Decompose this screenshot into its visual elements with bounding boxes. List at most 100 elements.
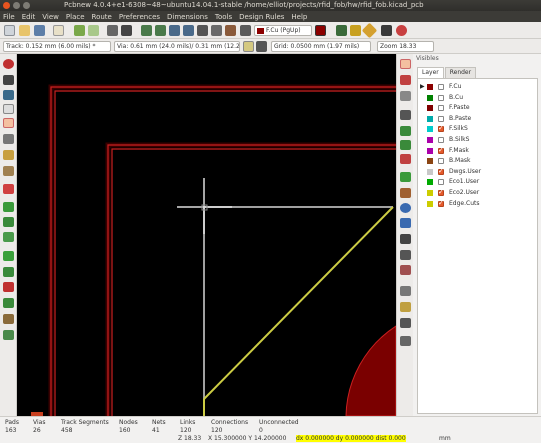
- menu-view[interactable]: View: [42, 13, 59, 21]
- layer-color-swatch[interactable]: [427, 200, 433, 207]
- layer-row[interactable]: B.Cu: [418, 93, 537, 103]
- drc-icon[interactable]: [225, 25, 236, 36]
- menu-edit[interactable]: Edit: [22, 13, 36, 21]
- zoom-in-icon[interactable]: [141, 25, 152, 36]
- layer-visibility-checkbox[interactable]: [438, 158, 444, 165]
- add-zone-icon[interactable]: [400, 154, 411, 164]
- zoom-redraw-icon[interactable]: [169, 25, 180, 36]
- layer-color-swatch[interactable]: [427, 137, 433, 143]
- layer-color-swatch[interactable]: [427, 84, 433, 90]
- drc-off-icon[interactable]: [3, 59, 14, 69]
- grid-size-select[interactable]: Grid: 0.0500 mm (1.97 mils): [271, 41, 371, 52]
- tracks-sketch-icon[interactable]: [3, 282, 14, 292]
- highlight-net-icon[interactable]: [400, 75, 411, 85]
- diamond-icon[interactable]: [361, 22, 378, 39]
- maximize-window-button[interactable]: [23, 2, 30, 9]
- layer-visibility-checkbox[interactable]: [438, 187, 444, 197]
- pcb-canvas[interactable]: [17, 54, 396, 416]
- layer-color-swatch[interactable]: [427, 105, 433, 112]
- menu-route[interactable]: Route: [92, 13, 112, 21]
- add-module-icon[interactable]: [400, 110, 411, 120]
- vias-sketch-icon[interactable]: [3, 267, 14, 277]
- menu-help[interactable]: Help: [291, 13, 307, 21]
- layer-row[interactable]: Eco1.User: [418, 177, 537, 187]
- layer-selector[interactable]: F.Cu (PgUp): [254, 25, 312, 36]
- plot-icon[interactable]: [121, 25, 132, 36]
- drill-origin-icon[interactable]: [400, 302, 411, 312]
- print-icon[interactable]: [107, 25, 118, 36]
- add-dimension-icon[interactable]: [400, 250, 411, 260]
- menu-tools[interactable]: Tools: [215, 13, 232, 21]
- measure-icon[interactable]: [400, 336, 411, 346]
- layer-visibility-checkbox[interactable]: [438, 179, 444, 186]
- layer-row[interactable]: F.Mask: [418, 145, 537, 156]
- auto-track-width-icon[interactable]: [243, 41, 254, 52]
- layer-color-swatch[interactable]: [427, 190, 433, 196]
- layer-row[interactable]: F.SilkS: [418, 123, 537, 134]
- freeroute-icon[interactable]: [396, 25, 407, 36]
- menu-dimensions[interactable]: Dimensions: [167, 13, 208, 21]
- menu-preferences[interactable]: Preferences: [119, 13, 160, 21]
- undo-icon[interactable]: [74, 25, 85, 36]
- layer-color-swatch[interactable]: [427, 126, 433, 133]
- layer-visibility-checkbox[interactable]: [438, 123, 444, 133]
- module-editor-icon[interactable]: [240, 25, 251, 36]
- save-icon[interactable]: [34, 25, 45, 36]
- zoom-fit-icon[interactable]: [183, 25, 194, 36]
- layer-pair-icon[interactable]: [315, 25, 326, 36]
- zone-unfilled-icon[interactable]: [3, 232, 14, 242]
- layer-visibility-checkbox[interactable]: [438, 105, 444, 112]
- add-text-icon[interactable]: [400, 234, 411, 244]
- layer-row[interactable]: ▶ F.Cu: [418, 82, 537, 92]
- zoom-out-icon[interactable]: [155, 25, 166, 36]
- auto-delete-track-icon[interactable]: [3, 184, 14, 194]
- add-circle-icon[interactable]: [400, 203, 411, 213]
- add-graphic-line-icon[interactable]: [400, 188, 411, 198]
- layer-visibility-checkbox[interactable]: [438, 137, 444, 143]
- grid-toggle-icon[interactable]: [3, 75, 14, 85]
- push-pin-icon[interactable]: [381, 25, 392, 36]
- layer-row[interactable]: Dwgs.User: [418, 166, 537, 177]
- layer-row[interactable]: B.Mask: [418, 156, 537, 166]
- ratsnest-icon[interactable]: [3, 150, 14, 160]
- add-arc-icon[interactable]: [400, 218, 411, 228]
- route-track-icon[interactable]: [400, 126, 411, 136]
- redo-icon[interactable]: [88, 25, 99, 36]
- zone-outline-icon[interactable]: [3, 217, 14, 227]
- units-inch-icon[interactable]: [3, 104, 14, 114]
- menu-place[interactable]: Place: [66, 13, 85, 21]
- layer-color-swatch[interactable]: [427, 115, 433, 122]
- layer-visibility-checkbox[interactable]: [438, 166, 444, 176]
- menu-design-rules[interactable]: Design Rules: [239, 13, 284, 21]
- layer-color-swatch[interactable]: [427, 147, 433, 154]
- grid-origin-icon[interactable]: [400, 318, 411, 328]
- module-ratsnest-icon[interactable]: [3, 166, 14, 176]
- layer-visibility-checkbox[interactable]: [438, 94, 444, 101]
- layer-visibility-checkbox[interactable]: [438, 115, 444, 122]
- layer-color-swatch[interactable]: [427, 179, 433, 186]
- layer-color-swatch[interactable]: [427, 158, 433, 165]
- zone-fill-icon[interactable]: [3, 202, 14, 212]
- units-mm-icon[interactable]: [3, 118, 14, 128]
- layer-row[interactable]: Eco2.User: [418, 187, 537, 198]
- find-icon[interactable]: [197, 25, 208, 36]
- add-keepout-icon[interactable]: [400, 172, 411, 182]
- select-tool-icon[interactable]: [400, 59, 411, 69]
- scripting-icon[interactable]: [336, 25, 347, 36]
- layer-row[interactable]: Edge.Cuts: [418, 198, 537, 209]
- autoplace-icon[interactable]: [350, 25, 361, 36]
- minimize-window-button[interactable]: [13, 2, 20, 9]
- layer-row[interactable]: B.Paste: [418, 114, 537, 124]
- add-target-icon[interactable]: [400, 265, 411, 275]
- layer-visibility-checkbox[interactable]: [438, 198, 444, 208]
- polar-coords-icon[interactable]: [3, 90, 14, 100]
- add-via-icon[interactable]: [400, 140, 411, 150]
- local-ratsnest-icon[interactable]: [400, 91, 411, 101]
- layers-manager-icon[interactable]: [3, 330, 14, 340]
- microwave-icon[interactable]: [3, 314, 14, 324]
- delete-icon[interactable]: [400, 286, 411, 296]
- menu-file[interactable]: File: [3, 13, 15, 21]
- zoom-select[interactable]: Zoom 18.33: [377, 41, 434, 52]
- high-contrast-icon[interactable]: [3, 298, 14, 308]
- layer-row[interactable]: F.Paste: [418, 103, 537, 113]
